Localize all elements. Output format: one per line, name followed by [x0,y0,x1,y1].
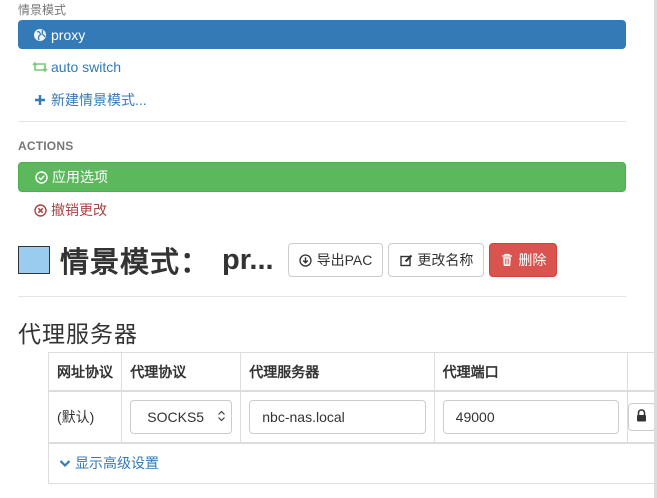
sidebar-item-proxy[interactable]: proxy [18,20,626,49]
action-label: 应用选项 [52,169,108,185]
trash-icon [500,253,514,267]
page-title: 情景模式： [60,247,211,279]
sidebar-divider [18,121,626,122]
column-header-port: 代理端口 [433,353,628,392]
discard-changes-button[interactable]: 撤销更改 [18,195,626,225]
delete-button[interactable]: 删除 [489,243,558,277]
select-arrows-icon [218,409,226,425]
sidebar-item-label: 新建情景模式... [51,92,147,108]
server-cell: nbc-nas.local [240,390,435,443]
retweet-icon [32,59,48,75]
table-row: (默认) SOCKS5 nbc-nas.local 49000 [49,390,657,443]
check-circle-icon [33,169,49,185]
auth-lock-button[interactable] [627,402,656,431]
show-advanced-toggle[interactable]: 显示高级设置 [49,442,657,483]
header-divider [18,296,626,297]
port-input[interactable]: 49000 [442,399,619,434]
apply-options-button[interactable]: 应用选项 [18,162,626,192]
export-pac-button[interactable]: 导出PAC [287,243,384,277]
column-header-scheme: 网址协议 [49,353,123,392]
globe-icon [32,27,48,43]
sidebar-item-label: proxy [51,26,86,43]
export-pac-label: 导出PAC [316,252,373,268]
delete-label: 删除 [518,252,547,268]
profile-name: pr... [222,243,274,276]
column-header-protocol: 代理协议 [121,353,242,392]
table-header-row: 网址协议 代理协议 代理服务器 代理端口 [49,353,657,392]
scheme-cell: (默认) [49,390,123,443]
lock-icon [636,408,647,425]
sidebar-item-auto-switch[interactable]: auto switch [18,52,626,82]
chevron-down-icon [59,459,71,468]
column-header-server: 代理服务器 [240,353,435,392]
port-cell: 49000 [433,390,628,443]
x-circle-icon [32,202,48,218]
download-icon [299,253,313,267]
actions-header: ACTIONS [18,139,74,153]
rename-label: 更改名称 [417,252,474,268]
sidebar-item-label: auto switch [51,59,122,75]
lock-cell [626,390,657,443]
protocol-cell: SOCKS5 [121,390,242,443]
edit-icon [399,253,413,267]
profile-color-swatch[interactable] [18,246,50,274]
profile-header: 情景模式： pr... 导出PAC 更改名称 删除 [18,240,626,280]
profiles-header: 情景模式 [18,3,67,17]
column-header-actions [626,353,657,392]
proxy-table: 网址协议 代理协议 代理服务器 代理端口 (默认) SOCKS5 nbc-nas… [48,352,657,484]
action-label: 撤销更改 [51,202,107,218]
protocol-select-value: SOCKS5 [147,408,205,425]
rename-button[interactable]: 更改名称 [388,243,485,277]
show-advanced-label: 显示高级设置 [75,455,159,471]
sidebar: 情景模式 proxy auto switch 新建情景模式... ACTIONS… [18,0,626,225]
proxy-section-title: 代理服务器 [18,321,138,347]
server-input[interactable]: nbc-nas.local [249,399,426,434]
protocol-select[interactable]: SOCKS5 [130,399,233,434]
sidebar-item-new-profile[interactable]: 新建情景模式... [18,85,626,115]
plus-icon [32,92,48,108]
